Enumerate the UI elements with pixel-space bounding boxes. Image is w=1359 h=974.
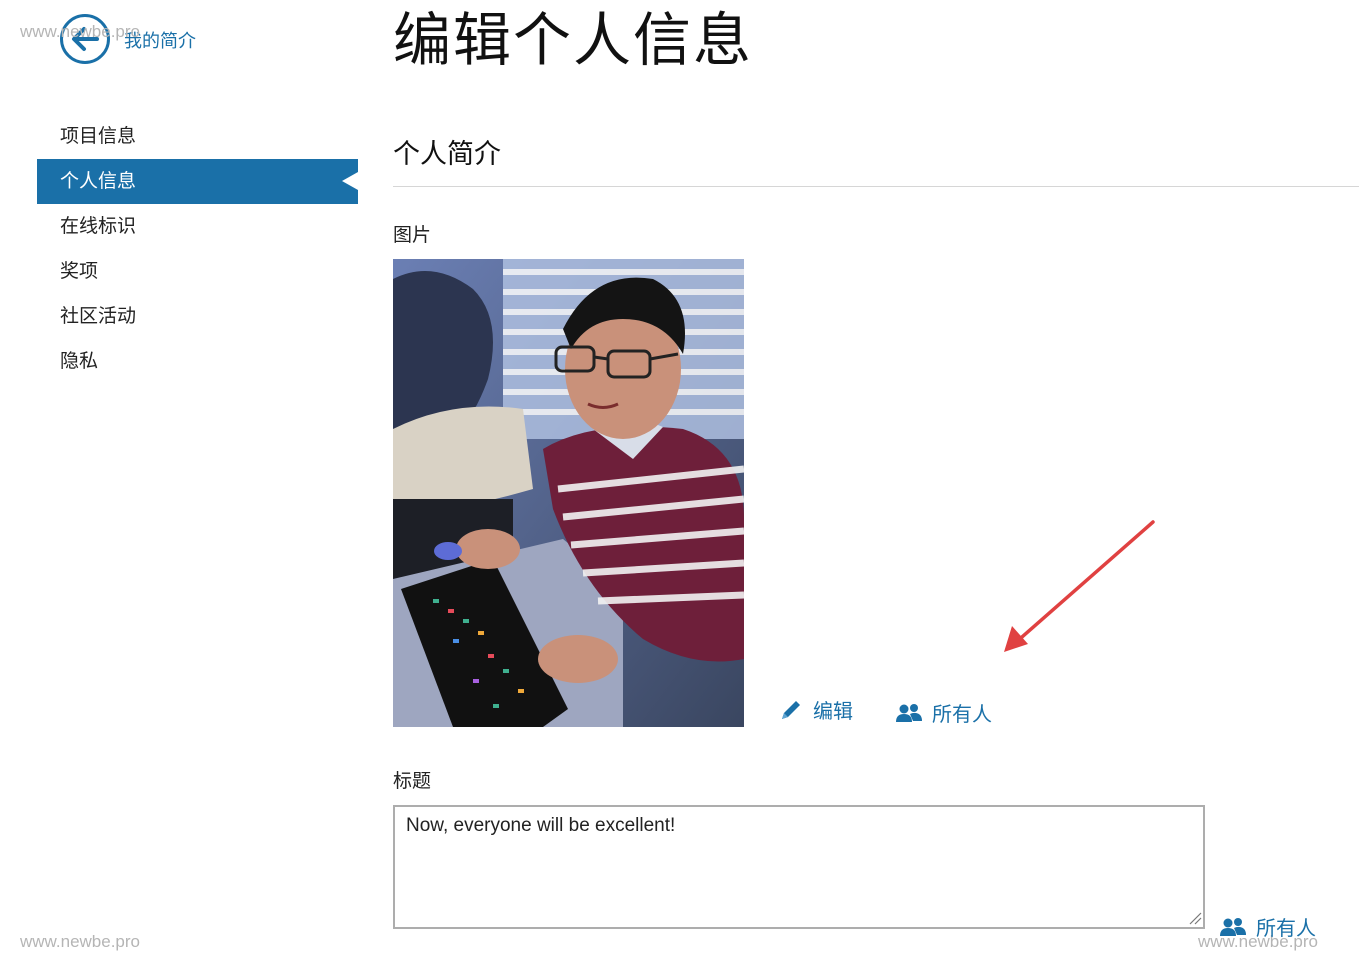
sidebar-item-privacy[interactable]: 隐私: [37, 339, 358, 384]
sidebar-item-label: 个人信息: [60, 170, 137, 192]
picture-visibility-button[interactable]: 所有人: [896, 698, 992, 727]
sidebar-item-label: 社区活动: [60, 305, 137, 327]
sidebar-item-community[interactable]: 社区活动: [37, 294, 358, 339]
section-title: 个人简介: [393, 139, 501, 170]
picture-visibility-label: 所有人: [932, 702, 992, 726]
profile-edit-page: 我的简介 www.newbe.pro www.newbe.pro www.new…: [0, 0, 1359, 974]
headline-visibility-label: 所有人: [1256, 916, 1316, 940]
profile-photo: [393, 259, 744, 727]
watermark-top-left: www.newbe.pro: [20, 22, 141, 41]
annotation-arrow-icon: [1004, 520, 1155, 652]
edit-picture-button[interactable]: 编辑: [779, 695, 853, 724]
picture-label: 图片: [393, 224, 432, 246]
headline-visibility-button[interactable]: 所有人: [1220, 912, 1316, 941]
section-divider: [393, 186, 1359, 187]
sidebar-item-project-info[interactable]: 项目信息: [37, 114, 358, 159]
sidebar-item-label: 奖项: [60, 260, 99, 282]
sidebar-item-personal-info[interactable]: 个人信息: [37, 159, 358, 204]
pencil-icon: [779, 698, 803, 722]
headline-textarea[interactable]: Now, everyone will be excellent!: [393, 805, 1205, 929]
sidebar-item-label: 项目信息: [60, 125, 137, 147]
people-icon: [896, 703, 922, 723]
sidebar-nav: 项目信息 个人信息 在线标识 奖项 社区活动 隐私: [37, 114, 358, 384]
sidebar-item-label: 在线标识: [60, 215, 137, 237]
people-icon: [1220, 917, 1246, 937]
sidebar-item-online-identity[interactable]: 在线标识: [37, 204, 358, 249]
headline-label: 标题: [393, 770, 432, 792]
resize-grip-icon[interactable]: [1188, 911, 1202, 925]
page-title: 编辑个人信息: [393, 6, 754, 74]
edit-picture-label: 编辑: [813, 699, 853, 723]
sidebar-item-awards[interactable]: 奖项: [37, 249, 358, 294]
sidebar-item-label: 隐私: [60, 350, 99, 372]
watermark-bottom-left: www.newbe.pro: [20, 932, 141, 951]
